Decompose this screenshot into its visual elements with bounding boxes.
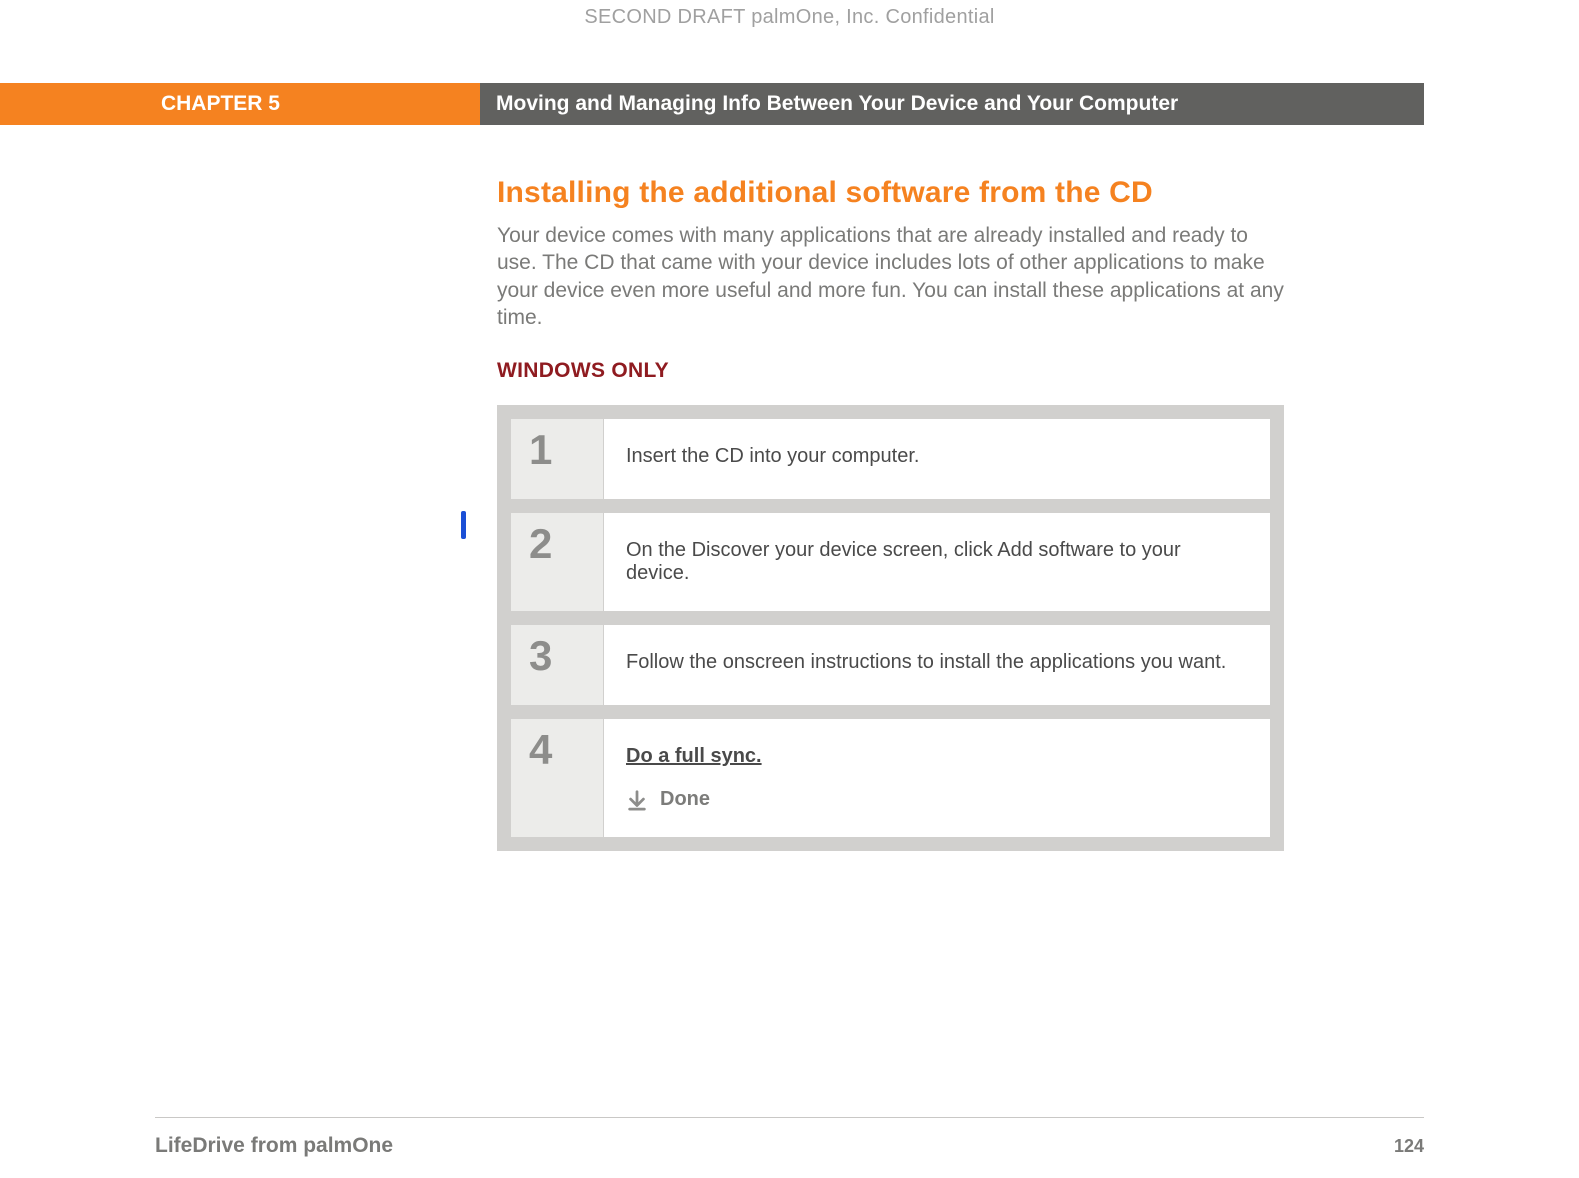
step-number-cell: 3 [511, 625, 604, 705]
step-row: 4 Do a full sync. Done [511, 719, 1270, 837]
done-label: Done [660, 788, 710, 811]
done-arrow-icon [626, 789, 648, 811]
revision-mark [461, 511, 466, 539]
step-number: 2 [529, 523, 552, 565]
chapter-label: CHAPTER 5 [0, 83, 480, 125]
product-name: LifeDrive from palmOne [155, 1134, 393, 1158]
step-number: 4 [529, 729, 552, 771]
step-text: On the Discover your device screen, clic… [604, 513, 1270, 611]
intro-paragraph: Your device comes with many applications… [497, 222, 1284, 331]
step-number-cell: 1 [511, 419, 604, 499]
chapter-title: Moving and Managing Info Between Your De… [480, 83, 1424, 125]
step-row: 3 Follow the onscreen instructions to in… [511, 625, 1270, 705]
full-sync-link[interactable]: Do a full sync. [626, 745, 762, 767]
confidential-notice: SECOND DRAFT palmOne, Inc. Confidential [0, 6, 1579, 29]
step-text: Do a full sync. Done [604, 719, 1270, 837]
step-text: Insert the CD into your computer. [604, 419, 1270, 499]
steps-table: 1 Insert the CD into your computer. 2 On… [497, 405, 1284, 851]
step-number: 1 [529, 429, 552, 471]
step-number-cell: 4 [511, 719, 604, 837]
page-number: 124 [1394, 1136, 1424, 1157]
footer-rule [155, 1117, 1424, 1118]
section-heading: Installing the additional software from … [497, 176, 1284, 210]
step-number: 3 [529, 635, 552, 677]
step-number-cell: 2 [511, 513, 604, 611]
platform-subhead: WINDOWS ONLY [497, 359, 1284, 383]
page-footer: LifeDrive from palmOne 124 [155, 1134, 1424, 1158]
done-row: Done [626, 788, 1248, 811]
step-row: 1 Insert the CD into your computer. [511, 419, 1270, 499]
step-row: 2 On the Discover your device screen, cl… [511, 513, 1270, 611]
step-text: Follow the onscreen instructions to inst… [604, 625, 1270, 705]
chapter-band: CHAPTER 5 Moving and Managing Info Betwe… [0, 83, 1424, 125]
